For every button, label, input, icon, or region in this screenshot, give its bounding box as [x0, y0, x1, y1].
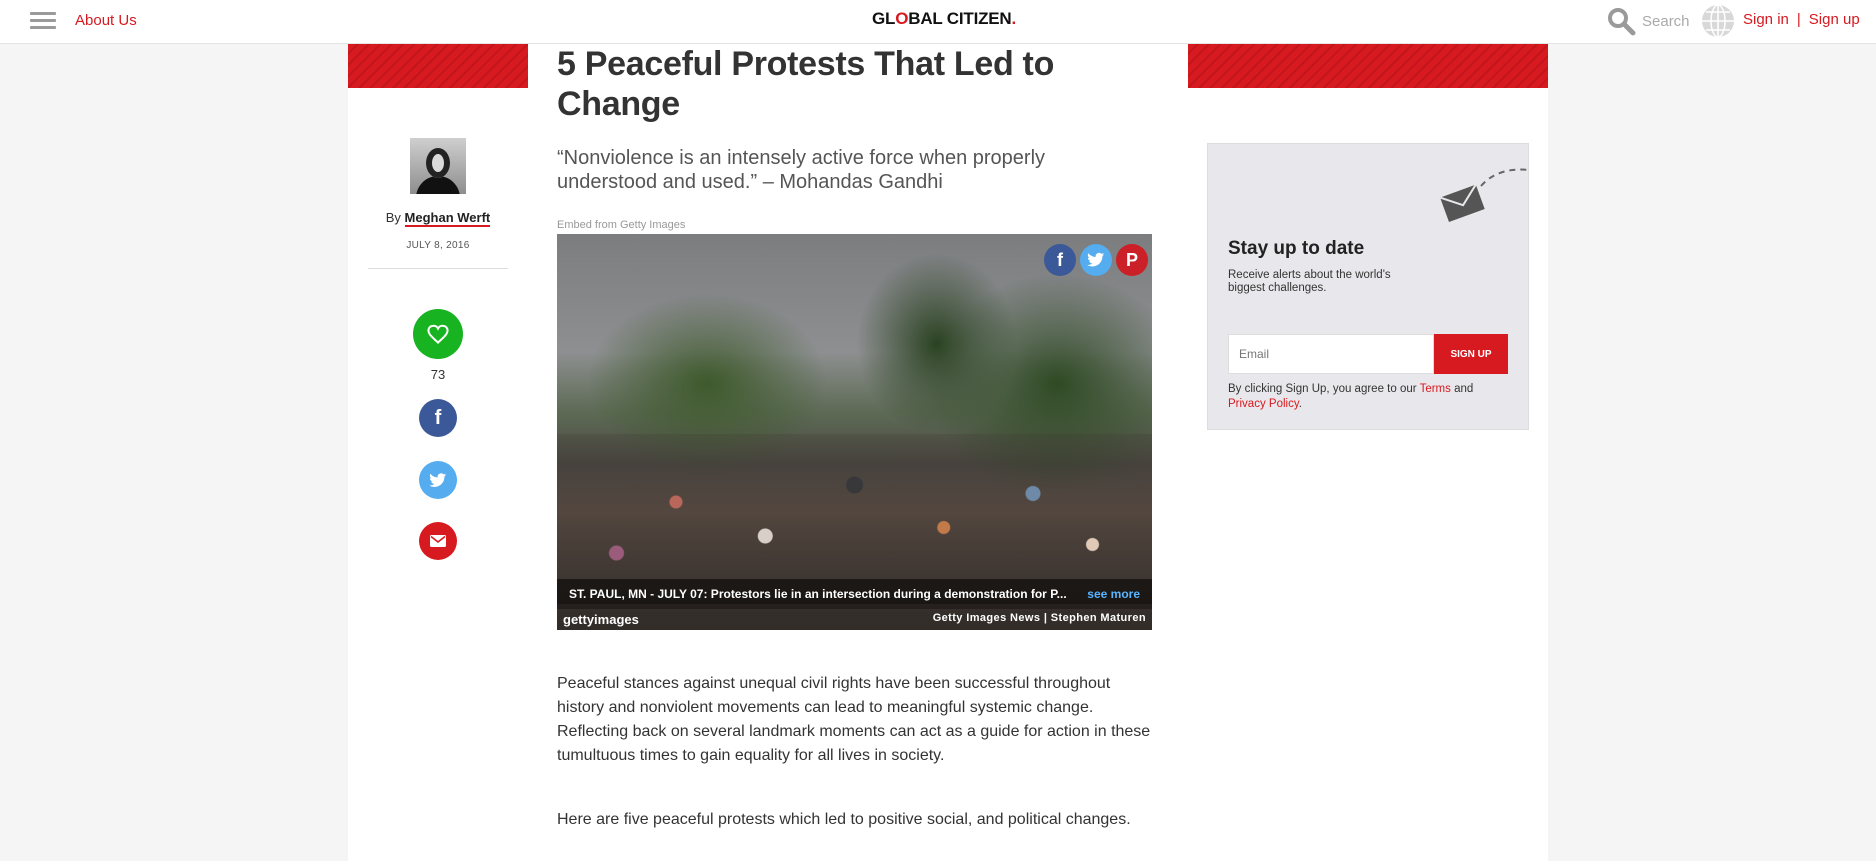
- terms-link[interactable]: Terms: [1420, 383, 1451, 395]
- email-input[interactable]: [1228, 334, 1434, 374]
- like-count: 73: [430, 367, 446, 382]
- share-email-button[interactable]: [419, 522, 457, 560]
- newsletter-signup-box: Stay up to date Receive alerts about the…: [1207, 143, 1529, 430]
- top-navigation-bar: About Us GLOBAL CITIZEN. Search Sign in …: [0, 0, 1876, 44]
- share-twitter-button[interactable]: [419, 461, 457, 499]
- twitter-icon[interactable]: [1080, 244, 1112, 276]
- logo-text-part: GL: [872, 9, 896, 28]
- link-separator: |: [1796, 11, 1801, 28]
- share-facebook-button[interactable]: f: [419, 399, 457, 437]
- article-title: 5 Peaceful Protests That Led to Change: [557, 45, 1055, 123]
- photo-credit: Getty Images News | Stephen Maturen: [932, 612, 1146, 624]
- search-button[interactable]: Search: [1606, 3, 1690, 39]
- terms-text: By clicking Sign Up, you agree to our: [1228, 383, 1420, 395]
- newsletter-terms: By clicking Sign Up, you agree to our Te…: [1228, 382, 1518, 412]
- sign-up-link[interactable]: Sign up: [1809, 11, 1860, 28]
- privacy-policy-link[interactable]: Privacy Policy: [1228, 398, 1299, 410]
- newsletter-description: Receive alerts about the world's biggest…: [1228, 269, 1391, 294]
- photo-caption: ST. PAUL, MN - JULY 07: Protestors lie i…: [569, 587, 1067, 601]
- search-label: Search: [1642, 12, 1690, 30]
- article-paragraph: Peaceful stances against unequal civil r…: [557, 675, 1151, 764]
- global-citizen-logo[interactable]: GLOBAL CITIZEN.: [872, 9, 1016, 29]
- terms-text: .: [1298, 398, 1302, 410]
- sign-in-link[interactable]: Sign in: [1743, 11, 1789, 28]
- logo-text-dot: .: [1011, 9, 1017, 28]
- photo-caption-bar: ST. PAUL, MN - JULY 07: Protestors lie i…: [557, 579, 1152, 609]
- envelope-icon: [1439, 168, 1529, 222]
- article-paragraph: Here are five peaceful protests which le…: [557, 811, 1131, 828]
- see-more-link[interactable]: see more: [1087, 587, 1140, 601]
- photo-share-buttons: f P: [1044, 244, 1148, 276]
- author-avatar[interactable]: [410, 138, 466, 194]
- article-photo[interactable]: f P ST. PAUL, MN - JULY 07: Protestors l…: [557, 234, 1152, 630]
- hero-red-band-left: [348, 44, 528, 88]
- photo-credit-bar: gettyimages Getty Images News | Stephen …: [557, 609, 1152, 630]
- hero-red-band-right: [1188, 44, 1548, 88]
- logo-text-part: BAL CITIZEN: [908, 9, 1012, 28]
- newsletter-heading: Stay up to date: [1228, 238, 1365, 259]
- heart-icon: [427, 324, 449, 344]
- embed-label: Embed from Getty Images: [557, 219, 686, 231]
- getty-images-logo[interactable]: gettyimages: [563, 612, 639, 627]
- hamburger-menu-icon[interactable]: [30, 12, 56, 30]
- search-icon: [1608, 8, 1636, 36]
- author-byline: By Meghan Werft: [348, 210, 528, 227]
- newsletter-signup-button[interactable]: SIGN UP: [1434, 334, 1508, 374]
- twitter-icon: [429, 472, 447, 487]
- account-links: Sign in | Sign up: [1743, 11, 1860, 28]
- about-us-link[interactable]: About Us: [75, 12, 137, 29]
- facebook-icon[interactable]: f: [1044, 244, 1076, 276]
- publish-date: JULY 8, 2016: [406, 240, 470, 251]
- article-quote: “Nonviolence is an intensely active forc…: [557, 147, 1046, 193]
- facebook-icon: f: [434, 406, 442, 429]
- email-icon: [430, 535, 446, 547]
- pinterest-icon[interactable]: P: [1116, 244, 1148, 276]
- like-button[interactable]: [413, 309, 463, 359]
- author-divider: [368, 268, 508, 269]
- by-label: By: [385, 210, 401, 225]
- globe-icon[interactable]: [1700, 3, 1736, 39]
- terms-text: and: [1450, 383, 1474, 395]
- logo-text-o: O: [895, 9, 909, 28]
- author-name-link[interactable]: Meghan Werft: [404, 210, 491, 227]
